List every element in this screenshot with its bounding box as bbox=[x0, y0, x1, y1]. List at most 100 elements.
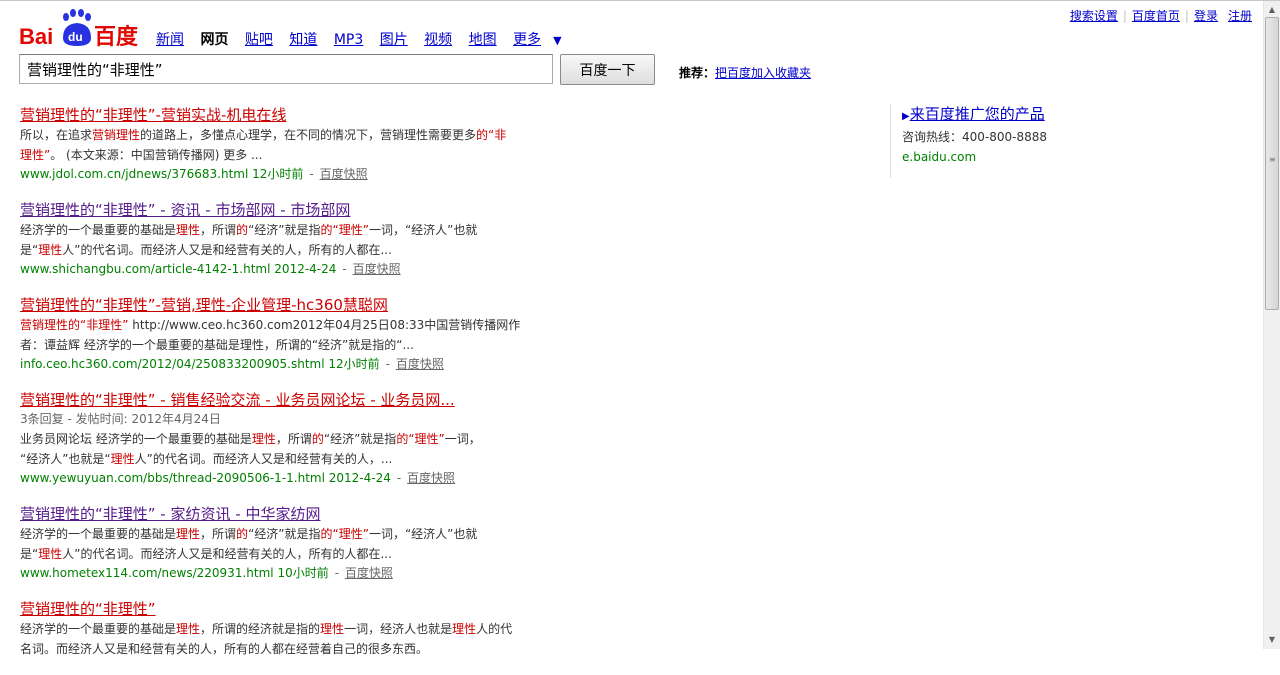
snippet-text: 一词，“经济人”也就 bbox=[368, 223, 478, 237]
result-item: 营销理性的“非理性” 经济学的一个最重要的基础是理性，所谓的经济就是指的理性一词，… bbox=[20, 599, 560, 659]
result-meta: 3条回复 - 发帖时间: 2012年4月24日 bbox=[20, 412, 221, 426]
result-snippet: 所以，在追求营销理性的道路上，多懂点心理学，在不同的情况下，营销理性需要更多的“… bbox=[20, 125, 560, 165]
highlight-term: 的 bbox=[236, 223, 249, 237]
highlight-term: 理性 bbox=[320, 622, 345, 636]
highlight-term: 营销理性 bbox=[92, 128, 141, 142]
nav-zhidao[interactable]: 知道 bbox=[289, 29, 317, 49]
nav-map[interactable]: 地图 bbox=[469, 29, 497, 49]
nav-web[interactable]: 网页 bbox=[200, 29, 228, 49]
result-url: info.ceo.hc360.com/2012/04/250833200905.… bbox=[20, 357, 325, 371]
result-item: 营销理性的“非理性” - 家纺资讯 - 中华家纺网 经济学的一个最重要的基础是理性… bbox=[20, 504, 560, 583]
scroll-up-arrow-icon[interactable]: ▲ bbox=[1264, 3, 1280, 17]
highlight-term: 理性” bbox=[20, 148, 51, 162]
snippet-text: 经济学的一个最重要的基础是 bbox=[20, 527, 177, 541]
snippet-line: “经济人”也就是“理性人”的代名词。而经济人又是和经营有关的人，... bbox=[20, 449, 560, 469]
login-link[interactable]: 登录 bbox=[1194, 9, 1218, 23]
snippet-text: 经济学的一个最重要的基础是 bbox=[20, 622, 177, 636]
ad-title[interactable]: ▶来百度推广您的产品 bbox=[902, 104, 1162, 127]
snippet-text: 人的代 bbox=[476, 622, 513, 636]
result-title-link[interactable]: 营销理性的“非理性” - 家纺资讯 - 中华家纺网 bbox=[20, 504, 320, 524]
result-title-link[interactable]: 营销理性的“非理性” bbox=[20, 599, 156, 619]
result-url-line: www.shichangbu.com/article-4142-1.html 2… bbox=[20, 260, 560, 279]
snippet-text: 的道路上，多懂点心理学，在不同的情况下，营销理性需要更多 bbox=[140, 128, 477, 142]
scroll-thumb[interactable]: ≡ bbox=[1265, 17, 1279, 310]
cache-link[interactable]: 百度快照 bbox=[407, 471, 455, 485]
chevron-down-icon: ▼ bbox=[553, 34, 562, 47]
recommend-label: 推荐： bbox=[679, 66, 716, 80]
baidu-home-link[interactable]: 百度首页 bbox=[1132, 9, 1180, 23]
nav-video[interactable]: 视频 bbox=[424, 29, 452, 49]
cache-link[interactable]: 百度快照 bbox=[353, 262, 401, 276]
result-item: 营销理性的“非理性” - 销售经验交流 - 业务员网论坛 - 业务员网... 3条… bbox=[20, 390, 560, 488]
separator: - bbox=[309, 167, 318, 181]
snippet-line: 经济学的一个最重要的基础是理性，所谓的经济就是指的理性一词，经济人也就是理性人的… bbox=[20, 619, 560, 639]
snippet-text: 者：谭益辉 经济学的一个最重要的基础是理性，所谓的“经济”就是指的“... bbox=[20, 338, 414, 352]
snippet-text: 名词。而经济人又是和经营有关的人，所有的人都在经营着自己的很多东西。 bbox=[20, 642, 429, 656]
result-title-link[interactable]: 营销理性的“非理性” - 销售经验交流 - 业务员网论坛 - 业务员网... bbox=[20, 390, 455, 410]
search-button[interactable]: 百度一下 bbox=[560, 54, 655, 85]
snippet-text: 人”的代名词。而经济人又是和经营有关的人，... bbox=[134, 452, 393, 466]
result-title-link[interactable]: 营销理性的“非理性”-营销,理性-企业管理-hc360慧聪网 bbox=[20, 295, 388, 315]
snippet-text: 。 (本文来源：中国营销传播网) 更多 ... bbox=[50, 148, 263, 162]
highlight-term: 理性 bbox=[251, 432, 276, 446]
svg-text:Bai: Bai bbox=[19, 24, 53, 48]
divider: | bbox=[1122, 9, 1127, 23]
snippet-text: 人”的代名词。而经济人又是和经营有关的人，所有的人都在... bbox=[62, 243, 392, 257]
scroll-down-arrow-icon[interactable]: ▼ bbox=[1264, 633, 1280, 647]
result-title-link[interactable]: 营销理性的“非理性” - 资讯 - 市场部网 - 市场部网 bbox=[20, 200, 350, 220]
snippet-text: ，所谓 bbox=[275, 432, 312, 446]
result-url: www.shichangbu.com/article-4142-1.html bbox=[20, 262, 271, 276]
ad-url[interactable]: e.baidu.com bbox=[902, 147, 1162, 167]
cache-link[interactable]: 百度快照 bbox=[320, 167, 368, 181]
divider: | bbox=[1184, 9, 1189, 23]
nav-tieba[interactable]: 贴吧 bbox=[245, 29, 273, 49]
register-link[interactable]: 注册 bbox=[1228, 9, 1252, 23]
results-list: 营销理性的“非理性”-营销实战-机电在线 所以，在追求营销理性的道路上，多懂点心理… bbox=[20, 105, 560, 675]
nav-mp3[interactable]: MP3 bbox=[334, 32, 363, 48]
highlight-term: 理性 bbox=[110, 452, 135, 466]
nav-more-label: 更多 bbox=[513, 32, 542, 48]
svg-text:du: du bbox=[68, 30, 83, 44]
highlight-term: 的“非 bbox=[476, 128, 507, 142]
add-favorite-link[interactable]: 把百度加入收藏夹 bbox=[715, 66, 811, 80]
snippet-line: 理性”。 (本文来源：中国营销传播网) 更多 ... bbox=[20, 145, 560, 165]
ad-panel: ▶来百度推广您的产品 咨询热线：400-800-8888 e.baidu.com bbox=[890, 104, 1162, 178]
snippet-text: ，所谓 bbox=[200, 223, 237, 237]
highlight-term: 理性 bbox=[176, 223, 201, 237]
nav-news[interactable]: 新闻 bbox=[156, 29, 184, 49]
snippet-line: 业务员网论坛 经济学的一个最重要的基础是理性，所谓的“经济”就是指的“理性”一词… bbox=[20, 429, 560, 449]
cache-link[interactable]: 百度快照 bbox=[345, 566, 393, 580]
snippet-text: ，所谓的经济就是指的 bbox=[200, 622, 321, 636]
snippet-line: 者：谭益辉 经济学的一个最重要的基础是理性，所谓的“经济”就是指的“... bbox=[20, 335, 560, 355]
search-settings-link[interactable]: 搜索设置 bbox=[1070, 9, 1118, 23]
nav-images[interactable]: 图片 bbox=[380, 29, 408, 49]
highlight-term: 的 bbox=[236, 527, 249, 541]
scroll-grip-icon: ≡ bbox=[1269, 155, 1276, 164]
search-input[interactable] bbox=[19, 54, 553, 84]
snippet-text: 一词，经济人也就是 bbox=[344, 622, 453, 636]
snippet-line: 所以，在追求营销理性的道路上，多懂点心理学，在不同的情况下，营销理性需要更多的“… bbox=[20, 125, 560, 145]
search-nav: 新闻 网页 贴吧 知道 MP3 图片 视频 地图 更多 ▼ bbox=[156, 29, 586, 49]
cache-link[interactable]: 百度快照 bbox=[396, 357, 444, 371]
result-item: 营销理性的“非理性” - 资讯 - 市场部网 - 市场部网 经济学的一个最重要的基… bbox=[20, 200, 560, 279]
top-links: 搜索设置 | 百度首页 | 登录 注册 bbox=[1070, 7, 1252, 24]
result-snippet: 经济学的一个最重要的基础是理性，所谓的经济就是指的理性一词，经济人也就是理性人的… bbox=[20, 619, 560, 659]
recommend: 推荐：把百度加入收藏夹 bbox=[679, 64, 811, 81]
highlight-term: 营销理性的“非理性” bbox=[20, 318, 129, 332]
vertical-scrollbar[interactable]: ▲ ≡ ▼ bbox=[1263, 1, 1280, 649]
baidu-logo[interactable]: Bai du 百度 bbox=[19, 8, 139, 50]
highlight-term: 的“理性” bbox=[396, 432, 445, 446]
snippet-text: 业务员网论坛 经济学的一个最重要的基础是 bbox=[20, 432, 252, 446]
nav-more[interactable]: 更多 ▼ bbox=[513, 29, 573, 49]
highlight-term: 理性 bbox=[38, 243, 63, 257]
highlight-term: 的 bbox=[311, 432, 324, 446]
ad-title-text: 来百度推广您的产品 bbox=[909, 105, 1045, 123]
snippet-line: 名词。而经济人又是和经营有关的人，所有的人都在经营着自己的很多东西。 bbox=[20, 639, 560, 659]
highlight-term: 的“理性” bbox=[320, 223, 369, 237]
result-url-line: info.ceo.hc360.com/2012/04/250833200905.… bbox=[20, 355, 560, 374]
highlight-term: 理性 bbox=[176, 527, 201, 541]
result-url-line: www.jdol.com.cn/jdnews/376683.html 12小时前… bbox=[20, 165, 560, 184]
snippet-line: 经济学的一个最重要的基础是理性，所谓的“经济”就是指的“理性”一词，“经济人”也… bbox=[20, 524, 560, 544]
result-title-link[interactable]: 营销理性的“非理性”-营销实战-机电在线 bbox=[20, 105, 286, 125]
result-time: 10小时前 bbox=[277, 566, 329, 580]
